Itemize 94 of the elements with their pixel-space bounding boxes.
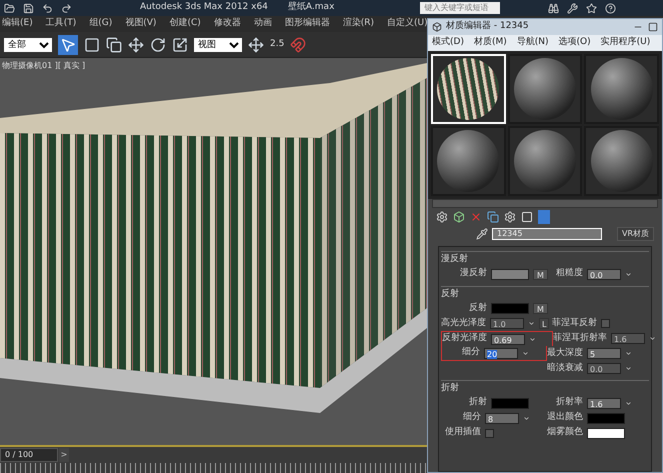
number-field[interactable]: 8 <box>485 412 519 424</box>
number-field[interactable]: 0.69 <box>491 334 525 344</box>
copy-icon[interactable] <box>487 211 499 223</box>
section-title: 反射 <box>441 288 460 300</box>
redo-icon[interactable] <box>61 2 72 14</box>
horizontal-scrollbar[interactable] <box>432 199 658 208</box>
section-title: 漫反射 <box>441 253 469 266</box>
color-swatch[interactable] <box>491 268 529 280</box>
search-field[interactable]: 键入关键字或短语 <box>420 2 500 14</box>
map-button[interactable]: M <box>533 303 548 314</box>
cube-icon[interactable] <box>453 211 465 223</box>
window-title: 材质编辑器 - 12345 <box>446 20 529 34</box>
magnet-icon[interactable] <box>290 36 306 52</box>
eyedropper-icon[interactable] <box>476 228 488 240</box>
menu-item[interactable]: 编辑(E) <box>2 17 33 31</box>
color-swatch[interactable] <box>491 303 529 314</box>
checkbox[interactable] <box>485 428 494 438</box>
parameter-label: 退出颜色 <box>547 411 583 424</box>
parameter-label: 细分 <box>463 411 481 424</box>
checkbox[interactable] <box>601 319 610 328</box>
menu-item[interactable]: 工具(T) <box>46 17 76 31</box>
gear-icon[interactable] <box>504 211 516 223</box>
parameter-label: 粗糙度 <box>556 267 583 280</box>
binoculars-icon[interactable] <box>548 2 560 14</box>
color-swatch[interactable] <box>587 412 625 424</box>
save-icon[interactable] <box>23 2 34 14</box>
field-value: 0.0 <box>590 365 603 374</box>
maximize-icon[interactable] <box>648 22 658 32</box>
parameter-label: 折射率 <box>556 396 583 410</box>
menu-item[interactable]: 修改器 <box>214 17 241 31</box>
menu-item[interactable]: 模式(D) <box>432 36 464 50</box>
selection-filter-dropdown[interactable]: 全部 <box>4 38 52 52</box>
field-value: 8 <box>488 414 494 424</box>
app-icon <box>432 22 442 32</box>
color-swatch[interactable] <box>491 398 529 408</box>
parameter-label: 漫反射 <box>460 267 487 280</box>
frame-counter[interactable]: 0 / 100 <box>0 448 58 462</box>
section-title: 折射 <box>441 382 460 395</box>
gear-icon[interactable] <box>436 211 448 223</box>
number-field[interactable]: 20 <box>484 348 518 358</box>
map-button[interactable]: M <box>533 268 548 280</box>
menu-item[interactable]: 动画 <box>254 17 272 31</box>
field-value: 1.6 <box>614 335 627 344</box>
parameter-label: 暗淡衰减 <box>547 362 583 375</box>
color-swatch[interactable] <box>587 428 625 438</box>
menu-item[interactable]: 实用程序(U) <box>600 36 650 50</box>
rectangle-select-icon[interactable] <box>84 36 100 52</box>
parameter-label: 反射光泽度 <box>442 332 487 346</box>
material-name-field[interactable]: 12345 <box>492 228 602 240</box>
material-type-button[interactable]: VR材质 <box>616 227 654 241</box>
open-icon[interactable] <box>4 2 15 14</box>
parameter-label: 折射 <box>469 396 487 410</box>
menu-item[interactable]: 选项(O) <box>558 36 591 50</box>
file-name: 壁纸A.max <box>288 1 334 14</box>
move-icon[interactable] <box>128 36 144 52</box>
parameter-label: 使用插值 <box>445 426 481 440</box>
undo-icon[interactable] <box>42 2 53 14</box>
field-value: 5 <box>590 350 596 359</box>
menu-item[interactable]: 组(G) <box>89 17 112 31</box>
window-select-icon[interactable] <box>106 36 122 52</box>
help-icon[interactable] <box>605 2 616 14</box>
square-icon[interactable] <box>521 211 533 223</box>
menu-item[interactable]: 渲染(R) <box>342 17 374 31</box>
number-field[interactable]: 5 <box>587 348 621 359</box>
parameter-label: 高光光泽度 <box>441 316 486 330</box>
menu-item[interactable]: 材质(M) <box>474 36 507 50</box>
menu-item[interactable]: 视图(V) <box>125 17 156 31</box>
star-icon[interactable] <box>586 2 598 14</box>
parameter-label: 烟雾颜色 <box>547 426 583 440</box>
parameter-label: 菲涅耳反射 <box>552 316 597 330</box>
parameter-label: 细分 <box>462 346 480 360</box>
coordinate-system-dropdown[interactable]: 视图 <box>194 38 242 52</box>
wrench-icon[interactable] <box>567 2 578 14</box>
field-value: 1.6 <box>590 400 603 408</box>
parameter-label: 菲涅耳折射率 <box>553 332 607 345</box>
menu-item[interactable]: 自定义(U) <box>387 17 428 31</box>
number-field[interactable]: 1.6 <box>587 398 621 408</box>
menu-item[interactable]: 图形编辑器 <box>284 17 330 31</box>
snap-toggle[interactable]: 2.5 <box>270 38 284 52</box>
field-value: 20 <box>487 350 498 358</box>
menu-item[interactable]: 创建(C) <box>169 17 201 31</box>
select-tool-icon[interactable] <box>58 34 78 54</box>
menu-item[interactable]: 导航(N) <box>516 36 549 50</box>
app-title: Autodesk 3ds Max 2012 x64 <box>140 1 268 14</box>
parameter-label: 反射 <box>469 302 487 315</box>
rotate-icon[interactable] <box>150 36 166 52</box>
scale-icon[interactable] <box>172 36 188 52</box>
number-field[interactable]: 0.0 <box>587 268 621 280</box>
viewport-label: 物理摄像机01 ][ 真实 ] <box>2 60 86 72</box>
field-value: 0.69 <box>494 336 512 344</box>
next-frame-button[interactable]: > <box>59 448 69 462</box>
field-value: 1.0 <box>493 320 506 329</box>
parameter-label: 最大深度 <box>547 346 583 360</box>
field-value: 0.0 <box>590 270 603 280</box>
